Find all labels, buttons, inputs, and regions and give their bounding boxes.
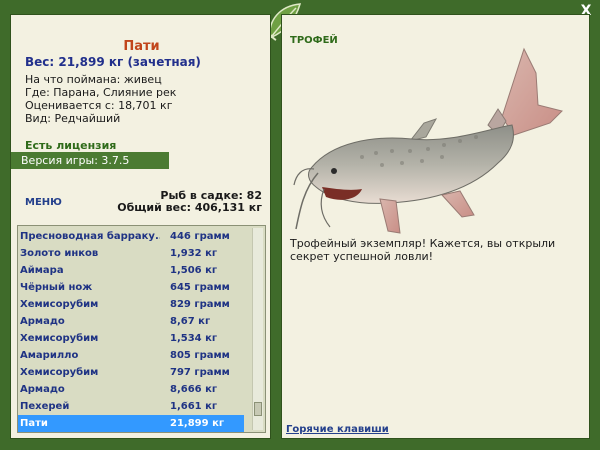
menu-button[interactable]: МЕНЮ [25, 197, 62, 208]
location-detail: Где: Парана, Слияние рек [25, 86, 177, 99]
catch-weight: 446 грамм [170, 231, 230, 242]
fish-picture [292, 39, 582, 239]
rarity-detail: Вид: Редчайший [25, 112, 121, 125]
list-scrollbar[interactable] [252, 228, 263, 430]
fish-title: Пати [123, 39, 160, 54]
catch-name: Золото инков [20, 248, 99, 259]
list-item[interactable]: Армадо 8,67 кг [18, 313, 244, 330]
catch-name: Хемисорубим [20, 299, 99, 310]
fish-weight: Вес: 21,899 кг (зачетная) [25, 55, 201, 69]
catch-name: Пехерей [20, 401, 70, 412]
catch-list[interactable]: Пресноводная барраку... 446 грамм Золото… [17, 225, 266, 433]
catch-weight: 21,899 кг [170, 418, 225, 429]
list-item[interactable]: Чёрный нож 645 грамм [18, 279, 244, 296]
catch-weight: 1,932 кг [170, 248, 218, 259]
list-item[interactable]: Пехерей 1,661 кг [18, 398, 244, 415]
catch-name: Пати [20, 418, 48, 429]
catch-name: Хемисорубим [20, 333, 99, 344]
fish-info-panel: Пати Вес: 21,899 кг (зачетная) На что по… [10, 14, 271, 439]
catch-name: Аймара [20, 265, 64, 276]
catch-weight: 797 грамм [170, 367, 230, 378]
catch-name: Армадо [20, 316, 65, 327]
list-item[interactable]: Аймара 1,506 кг [18, 262, 244, 279]
list-item[interactable]: Армадо 8,666 кг [18, 381, 244, 398]
catch-weight: 645 грамм [170, 282, 230, 293]
version-label: Версия игры: 3.7.5 [11, 152, 169, 169]
catch-name: Пресноводная барраку... [20, 231, 160, 242]
catch-weight: 1,661 кг [170, 401, 218, 412]
trophy-panel: ТРОФЕЙ Трофейный экземпляр! Кажется, вы … [281, 14, 590, 439]
list-item[interactable]: Амарилло 805 грамм [18, 347, 244, 364]
hotkeys-link[interactable]: Горячие клавиши [286, 424, 389, 435]
list-item[interactable]: Золото инков 1,932 кг [18, 245, 244, 262]
game-window: X Пати Вес: 21,899 кг (зачетная) На что … [0, 0, 600, 450]
rated-from-detail: Оценивается с: 18,701 кг [25, 99, 173, 112]
catch-name: Чёрный нож [20, 282, 93, 293]
catch-weight: 8,666 кг [170, 384, 218, 395]
bait-detail: На что поймана: живец [25, 73, 162, 86]
list-item[interactable]: Хемисорубим 829 грамм [18, 296, 244, 313]
catch-name: Хемисорубим [20, 367, 99, 378]
catch-weight: 1,506 кг [170, 265, 218, 276]
cage-total-weight: Общий вес: 406,131 кг [117, 201, 262, 214]
catch-weight: 8,67 кг [170, 316, 211, 327]
catch-weight: 829 грамм [170, 299, 230, 310]
trophy-description: Трофейный экземпляр! Кажется, вы открыли… [290, 237, 556, 263]
list-item[interactable]: Хемисорубим 1,534 кг [18, 330, 244, 347]
catch-name: Амарилло [20, 350, 79, 361]
license-status: Есть лицензия [25, 139, 117, 152]
list-item[interactable]: Хемисорубим 797 грамм [18, 364, 244, 381]
scrollbar-thumb[interactable] [254, 402, 262, 416]
list-item-selected[interactable]: Пати 21,899 кг [18, 415, 244, 432]
list-item[interactable]: Пресноводная барраку... 446 грамм [18, 228, 244, 245]
catch-weight: 1,534 кг [170, 333, 218, 344]
catch-name: Армадо [20, 384, 65, 395]
catch-weight: 805 грамм [170, 350, 230, 361]
